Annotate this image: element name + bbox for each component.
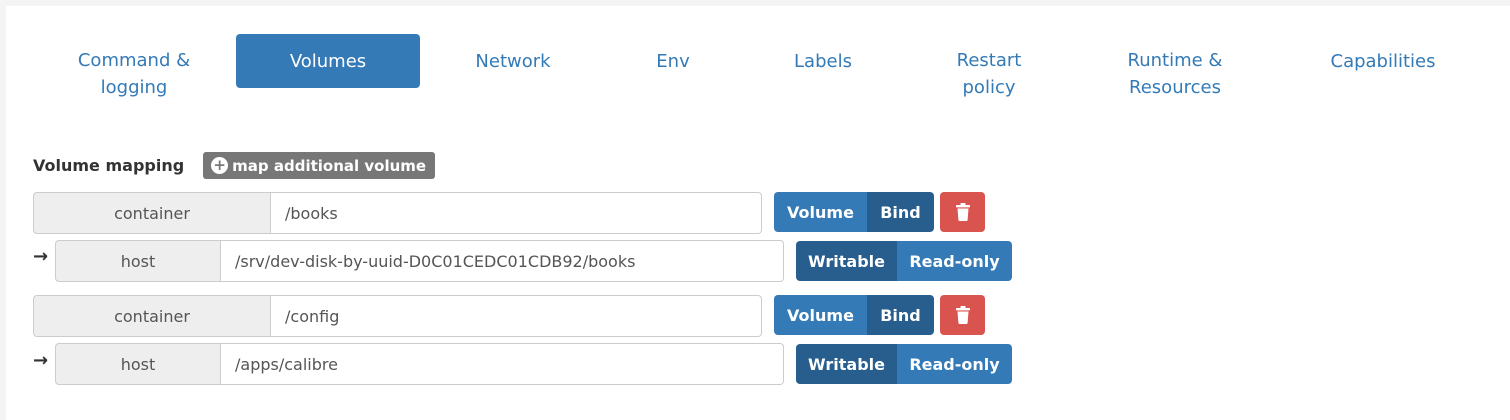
container-path-input[interactable]: /config	[271, 295, 762, 337]
volume-button-label: Volume	[787, 305, 854, 325]
container-addon: container	[33, 295, 271, 337]
volume-type-toggle: Volume Bind	[774, 295, 934, 335]
read-only-button-label: Read-only	[909, 251, 1000, 271]
writable-button[interactable]: Writable	[796, 344, 897, 384]
writable-button[interactable]: Writable	[796, 241, 897, 281]
mode-toggle: Writable Read-only	[796, 241, 1012, 281]
volume-mapping-title: Volume mapping	[33, 156, 185, 175]
read-only-button[interactable]: Read-only	[897, 241, 1012, 281]
volume-button[interactable]: Volume	[774, 192, 867, 232]
tab-label: Restart policy	[956, 50, 1022, 98]
tab-restart-policy[interactable]: Restart policy	[936, 47, 1042, 101]
host-path-value: /srv/dev-disk-by-uuid-D0C01CEDC01CDB92/b…	[235, 251, 636, 271]
container-addon: container	[33, 192, 271, 234]
map-additional-volume-label: map additional volume	[232, 156, 427, 175]
volume-button[interactable]: Volume	[774, 295, 867, 335]
container-label: container	[114, 203, 190, 223]
tab-label: Env	[656, 50, 690, 72]
host-addon: host	[55, 343, 221, 385]
bind-button-label: Bind	[880, 202, 921, 222]
mapping-host-row: host /srv/dev-disk-by-uuid-D0C01CEDC01CD…	[55, 240, 784, 282]
mapping-container-row: container /config	[33, 295, 762, 337]
tab-command-logging[interactable]: Command & logging	[60, 47, 208, 101]
arrow-icon: →	[33, 246, 49, 267]
bind-button-label: Bind	[880, 305, 921, 325]
mapping-host-row: host /apps/calibre	[55, 343, 784, 385]
container-path-input[interactable]: /books	[271, 192, 762, 234]
container-label: container	[114, 306, 190, 326]
mapping-container-row: container /books	[33, 192, 762, 234]
tab-label: Volumes	[289, 50, 367, 72]
plus-circle-icon: +	[211, 157, 229, 174]
bind-button[interactable]: Bind	[867, 192, 934, 232]
container-settings-panel: Command & logging Volumes Network Env La…	[6, 6, 1510, 420]
tab-labels[interactable]: Labels	[773, 34, 873, 88]
bind-button[interactable]: Bind	[867, 295, 934, 335]
volume-button-label: Volume	[787, 202, 854, 222]
host-path-value: /apps/calibre	[235, 354, 338, 374]
tab-label: Command & logging	[77, 50, 191, 98]
map-additional-volume-button[interactable]: + map additional volume	[203, 152, 436, 179]
tab-label: Runtime & Resources	[1127, 50, 1223, 98]
writable-button-label: Writable	[808, 251, 885, 271]
tab-env[interactable]: Env	[633, 34, 713, 88]
host-path-input[interactable]: /srv/dev-disk-by-uuid-D0C01CEDC01CDB92/b…	[221, 240, 784, 282]
delete-volume-button[interactable]	[940, 192, 985, 232]
trash-icon	[955, 203, 970, 221]
writable-button-label: Writable	[808, 354, 885, 374]
host-path-input[interactable]: /apps/calibre	[221, 343, 784, 385]
tab-network[interactable]: Network	[460, 34, 566, 88]
tab-capabilities[interactable]: Capabilities	[1306, 34, 1460, 88]
container-path-value: /books	[285, 203, 338, 223]
tab-volumes[interactable]: Volumes	[236, 34, 420, 88]
host-addon: host	[55, 240, 221, 282]
host-label: host	[120, 251, 156, 271]
volume-mapping-header: Volume mapping + map additional volume	[33, 152, 436, 179]
tab-label: Network	[475, 50, 551, 72]
tab-label: Capabilities	[1330, 50, 1436, 72]
read-only-button[interactable]: Read-only	[897, 344, 1012, 384]
tab-label: Labels	[794, 50, 852, 72]
trash-icon	[955, 306, 970, 324]
arrow-icon: →	[33, 350, 49, 371]
delete-volume-button[interactable]	[940, 295, 985, 335]
host-label: host	[120, 354, 156, 374]
mode-toggle: Writable Read-only	[796, 344, 1012, 384]
tab-runtime-resources[interactable]: Runtime & Resources	[1108, 47, 1242, 101]
container-path-value: /config	[285, 306, 340, 326]
volume-type-toggle: Volume Bind	[774, 192, 934, 232]
read-only-button-label: Read-only	[909, 354, 1000, 374]
